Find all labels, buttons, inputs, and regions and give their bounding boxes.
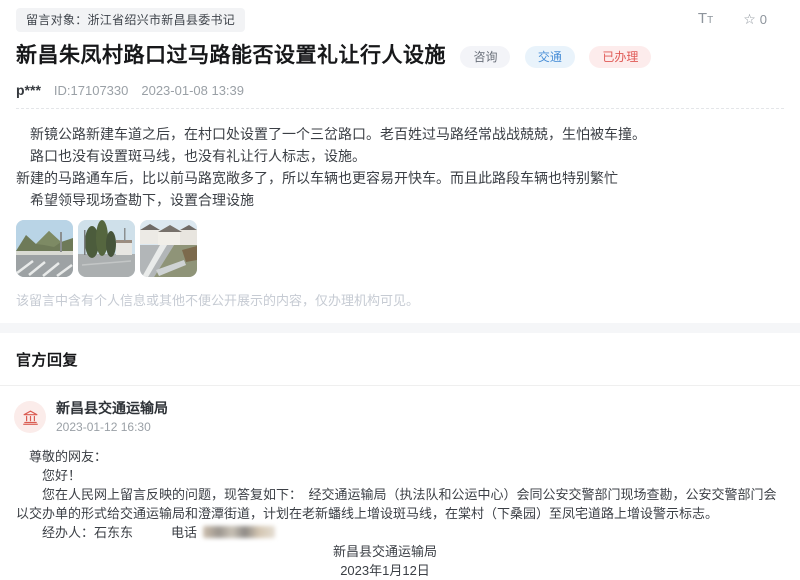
reply-timestamp: 2023-01-12 16:30 — [56, 420, 168, 434]
operator-row: 经办人：石东东 电话 — [16, 523, 782, 542]
tag-field[interactable]: 交通 — [525, 46, 575, 68]
redacted-phone-number — [203, 526, 275, 538]
official-reply-header: 官方回复 — [0, 333, 800, 386]
reply-agency-row: 新昌县交通运输局 2023-01-12 16:30 — [14, 400, 784, 434]
roadside-trees-photo[interactable] — [78, 220, 135, 277]
roadside-trees-photo-image — [78, 220, 135, 277]
reply-text: 您在人民网上留言反映的问题，现答复如下： 经交通运输局（执法队和公运中心）会同公… — [16, 485, 782, 523]
agency-name: 新昌县交通运输局 — [56, 400, 168, 416]
font-size-toggle-icon[interactable]: TT — [698, 10, 713, 28]
status-badge: 已办理 — [589, 46, 651, 68]
message-line: 新建的马路通车后，比以前马路宽敞多了，所以车辆也更容易开快车。而且此路段车辆也特… — [16, 167, 784, 189]
message-line: 路口也没有设置斑马线，也没有礼让行人标志，设施。 — [16, 145, 784, 167]
section-divider — [0, 323, 800, 333]
reply-greeting: 您好！ — [16, 466, 782, 485]
reply-body: 尊敬的网友： 您好！ 您在人民网上留言反映的问题，现答复如下： 经交通运输局（执… — [14, 447, 784, 580]
favorite-button[interactable]: ☆ 0 — [743, 12, 767, 27]
official-reply-title: 官方回复 — [16, 352, 78, 369]
village-road-guardrail-photo-image — [140, 220, 197, 277]
signature-date: 2023年1月12日 — [16, 561, 782, 580]
post-title: 新昌朱凤村路口过马路能否设置礼让行人设施 — [16, 44, 446, 67]
road-crosswalk-mountain-photo-image — [16, 220, 73, 277]
message-line: 新镜公路新建车道之后，在村口处设置了一个三岔路口。老百姓过马路经常战战兢兢，生怕… — [16, 123, 784, 145]
phone-label: 电话 — [171, 525, 197, 540]
signature-agency: 新昌县交通运输局 — [16, 542, 782, 561]
official-reply-card: 新昌县交通运输局 2023-01-12 16:30 尊敬的网友： 您好！ 您在人… — [0, 386, 800, 580]
government-building-icon — [22, 409, 39, 426]
agency-avatar — [14, 401, 46, 433]
message-detail-page: 留言对象：浙江省绍兴市新昌县委书记 TT ☆ 0 新昌朱凤村路口过马路能否设置礼… — [0, 0, 800, 543]
message-body: 新镜公路新建车道之后，在村口处设置了一个三岔路口。老百姓过马路经常战战兢兢，生怕… — [16, 109, 784, 211]
village-road-guardrail-photo[interactable] — [140, 220, 197, 277]
star-icon: ☆ — [743, 12, 756, 26]
message-line: 希望领导现场查勘下，设置合理设施 — [16, 189, 784, 211]
privacy-note: 该留言中含有个人信息或其他不便公开展示的内容，仅办理机构可见。 — [16, 290, 784, 309]
title-row: 新昌朱凤村路口过马路能否设置礼让行人设施 咨询 交通 已办理 — [16, 42, 784, 70]
tag-category[interactable]: 咨询 — [460, 46, 510, 68]
author-id: ID:17107330 — [54, 83, 128, 98]
post-section: 留言对象：浙江省绍兴市新昌县委书记 TT ☆ 0 新昌朱凤村路口过马路能否设置礼… — [0, 0, 800, 309]
author-name: p*** — [16, 82, 41, 98]
favorite-count: 0 — [760, 12, 767, 27]
attachment-photos — [16, 220, 784, 277]
post-meta-row: p*** ID:17107330 2023-01-08 13:39 — [16, 82, 784, 109]
agency-meta: 新昌县交通运输局 2023-01-12 16:30 — [56, 400, 168, 434]
page-controls: TT ☆ 0 — [698, 10, 767, 28]
font-size-small-letter: T — [707, 15, 713, 26]
message-target-badge: 留言对象：浙江省绍兴市新昌县委书记 — [16, 8, 245, 32]
road-crosswalk-mountain-photo[interactable] — [16, 220, 73, 277]
post-timestamp: 2023-01-08 13:39 — [141, 83, 244, 98]
operator-name: 经办人：石东东 — [16, 525, 133, 540]
font-size-big-letter: T — [698, 10, 707, 27]
reply-salutation: 尊敬的网友： — [16, 447, 782, 466]
